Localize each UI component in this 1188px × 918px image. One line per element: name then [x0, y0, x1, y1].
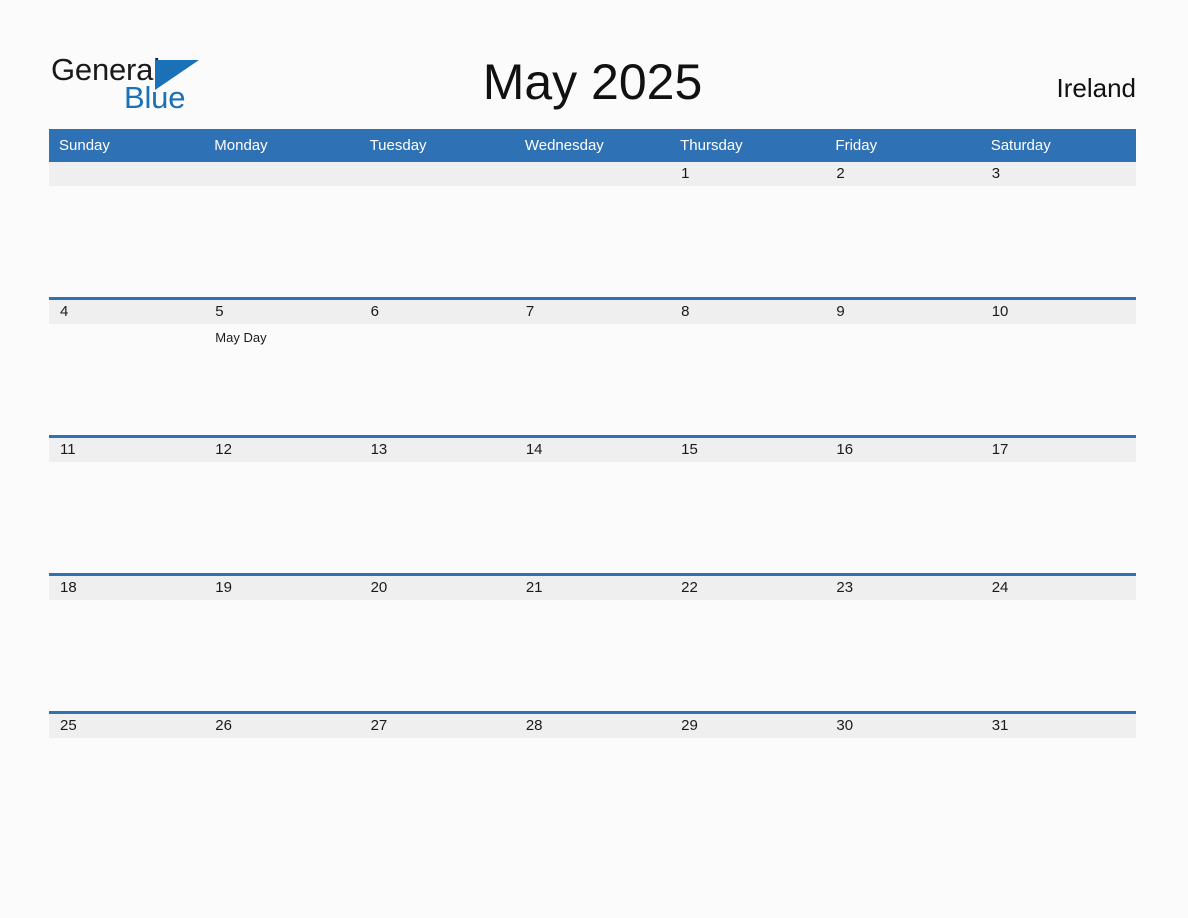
calendar-week-row: 11 12 13 14 15 16 17: [49, 435, 1136, 573]
day-cell[interactable]: [204, 186, 359, 297]
day-cell[interactable]: [670, 738, 825, 849]
day-number[interactable]: 8: [670, 300, 825, 324]
day-number[interactable]: 14: [515, 438, 670, 462]
day-cell[interactable]: [825, 738, 980, 849]
day-number[interactable]: 17: [981, 438, 1136, 462]
day-number[interactable]: 10: [981, 300, 1136, 324]
week-daynumber-strip: 18 19 20 21 22 23 24: [49, 576, 1136, 600]
day-cell[interactable]: [515, 600, 670, 711]
day-cell[interactable]: [360, 186, 515, 297]
day-cell[interactable]: [204, 738, 359, 849]
day-number[interactable]: 23: [825, 576, 980, 600]
calendar-week-row: 123: [49, 162, 1136, 297]
day-cell[interactable]: [360, 738, 515, 849]
day-number[interactable]: 11: [49, 438, 204, 462]
day-cell[interactable]: [49, 600, 204, 711]
page-header: General Blue May 2025 Ireland: [49, 46, 1136, 118]
day-cell[interactable]: [49, 738, 204, 849]
calendar-grid: Sunday Monday Tuesday Wednesday Thursday…: [49, 129, 1136, 849]
week-events-strip: May Day: [49, 324, 1136, 435]
day-number[interactable]: 13: [360, 438, 515, 462]
week-daynumber-strip: 4 5 6 7 8 9 10: [49, 300, 1136, 324]
holiday-event-label: May Day: [215, 330, 267, 345]
week-events-strip: [49, 462, 1136, 573]
day-cell[interactable]: [204, 462, 359, 573]
page-title: May 2025: [482, 54, 703, 110]
day-cell[interactable]: [670, 600, 825, 711]
day-number[interactable]: 1: [670, 162, 825, 186]
week-events-strip: [49, 186, 1136, 297]
day-number[interactable]: 12: [204, 438, 359, 462]
weekday-header-row: Sunday Monday Tuesday Wednesday Thursday…: [49, 129, 1136, 162]
day-number[interactable]: 4: [49, 300, 204, 324]
weekday-header-wednesday: Wednesday: [524, 137, 604, 154]
day-cell[interactable]: [49, 462, 204, 573]
week-daynumber-strip: 123: [49, 162, 1136, 186]
calendar-weeks: 1 2 3 4 5 6 7 8 9 10 May Day 11 12 13 14 15 16 17 18 19 20 21…: [49, 162, 1136, 849]
day-number[interactable]: 20: [360, 576, 515, 600]
day-cell[interactable]: [670, 186, 825, 297]
day-cell[interactable]: [825, 462, 980, 573]
day-cell[interactable]: [49, 186, 204, 297]
day-number[interactable]: 21: [515, 576, 670, 600]
day-cell[interactable]: [981, 324, 1136, 435]
day-cell[interactable]: [515, 738, 670, 849]
day-number[interactable]: 22: [670, 576, 825, 600]
day-cell[interactable]: May Day: [204, 324, 359, 435]
day-cell[interactable]: [670, 462, 825, 573]
day-cell[interactable]: [825, 324, 980, 435]
day-cell[interactable]: [981, 600, 1136, 711]
weekday-header-saturday: Saturday: [990, 137, 1051, 154]
day-number[interactable]: 19: [204, 576, 359, 600]
day-cell[interactable]: [825, 600, 980, 711]
weekday-header-monday: Monday: [214, 137, 268, 154]
day-number[interactable]: 5: [204, 300, 359, 324]
weekday-header-sunday: Sunday: [59, 137, 110, 154]
week-daynumber-strip: 25 26 27 28 29 30 31: [49, 714, 1136, 738]
day-number[interactable]: 16: [825, 438, 980, 462]
country-label: Ireland: [1056, 73, 1137, 103]
calendar-page: General Blue May 2025 Ireland Sunday Mon…: [0, 0, 1188, 918]
day-cell[interactable]: [515, 324, 670, 435]
week-events-strip: [49, 600, 1136, 711]
day-number[interactable]: 28: [515, 714, 670, 738]
day-cell[interactable]: [981, 462, 1136, 573]
day-number[interactable]: 2: [825, 162, 980, 186]
week-daynumber-strip: 11 12 13 14 15 16 17: [49, 438, 1136, 462]
day-cell[interactable]: [515, 462, 670, 573]
day-cell[interactable]: [670, 324, 825, 435]
calendar-week-row: 4 5 6 7 8 9 10 May Day: [49, 297, 1136, 435]
day-number[interactable]: 27: [360, 714, 515, 738]
day-number[interactable]: 31: [981, 714, 1136, 738]
day-number[interactable]: 29: [670, 714, 825, 738]
day-number[interactable]: 26: [204, 714, 359, 738]
calendar-week-row: 25 26 27 28 29 30 31: [49, 711, 1136, 849]
day-cell[interactable]: [825, 186, 980, 297]
day-number[interactable]: 9: [825, 300, 980, 324]
day-number[interactable]: 30: [825, 714, 980, 738]
day-cell[interactable]: [981, 186, 1136, 297]
day-number[interactable]: 24: [981, 576, 1136, 600]
weekday-header-tuesday: Tuesday: [369, 137, 427, 154]
day-number[interactable]: 7: [515, 300, 670, 324]
day-number[interactable]: 15: [670, 438, 825, 462]
day-number[interactable]: 18: [49, 576, 204, 600]
weekday-header-friday: Friday: [835, 137, 878, 154]
day-number[interactable]: 6: [360, 300, 515, 324]
weekday-header-thursday: Thursday: [680, 137, 743, 154]
day-cell[interactable]: [981, 738, 1136, 849]
day-cell[interactable]: [360, 600, 515, 711]
calendar-week-row: 18 19 20 21 22 23 24: [49, 573, 1136, 711]
day-cell[interactable]: [515, 186, 670, 297]
day-cell[interactable]: [360, 462, 515, 573]
day-number[interactable]: 3: [981, 162, 1136, 186]
week-events-strip: [49, 738, 1136, 849]
day-number[interactable]: 25: [49, 714, 204, 738]
day-cell[interactable]: [49, 324, 204, 435]
day-cell[interactable]: [204, 600, 359, 711]
day-cell[interactable]: [360, 324, 515, 435]
